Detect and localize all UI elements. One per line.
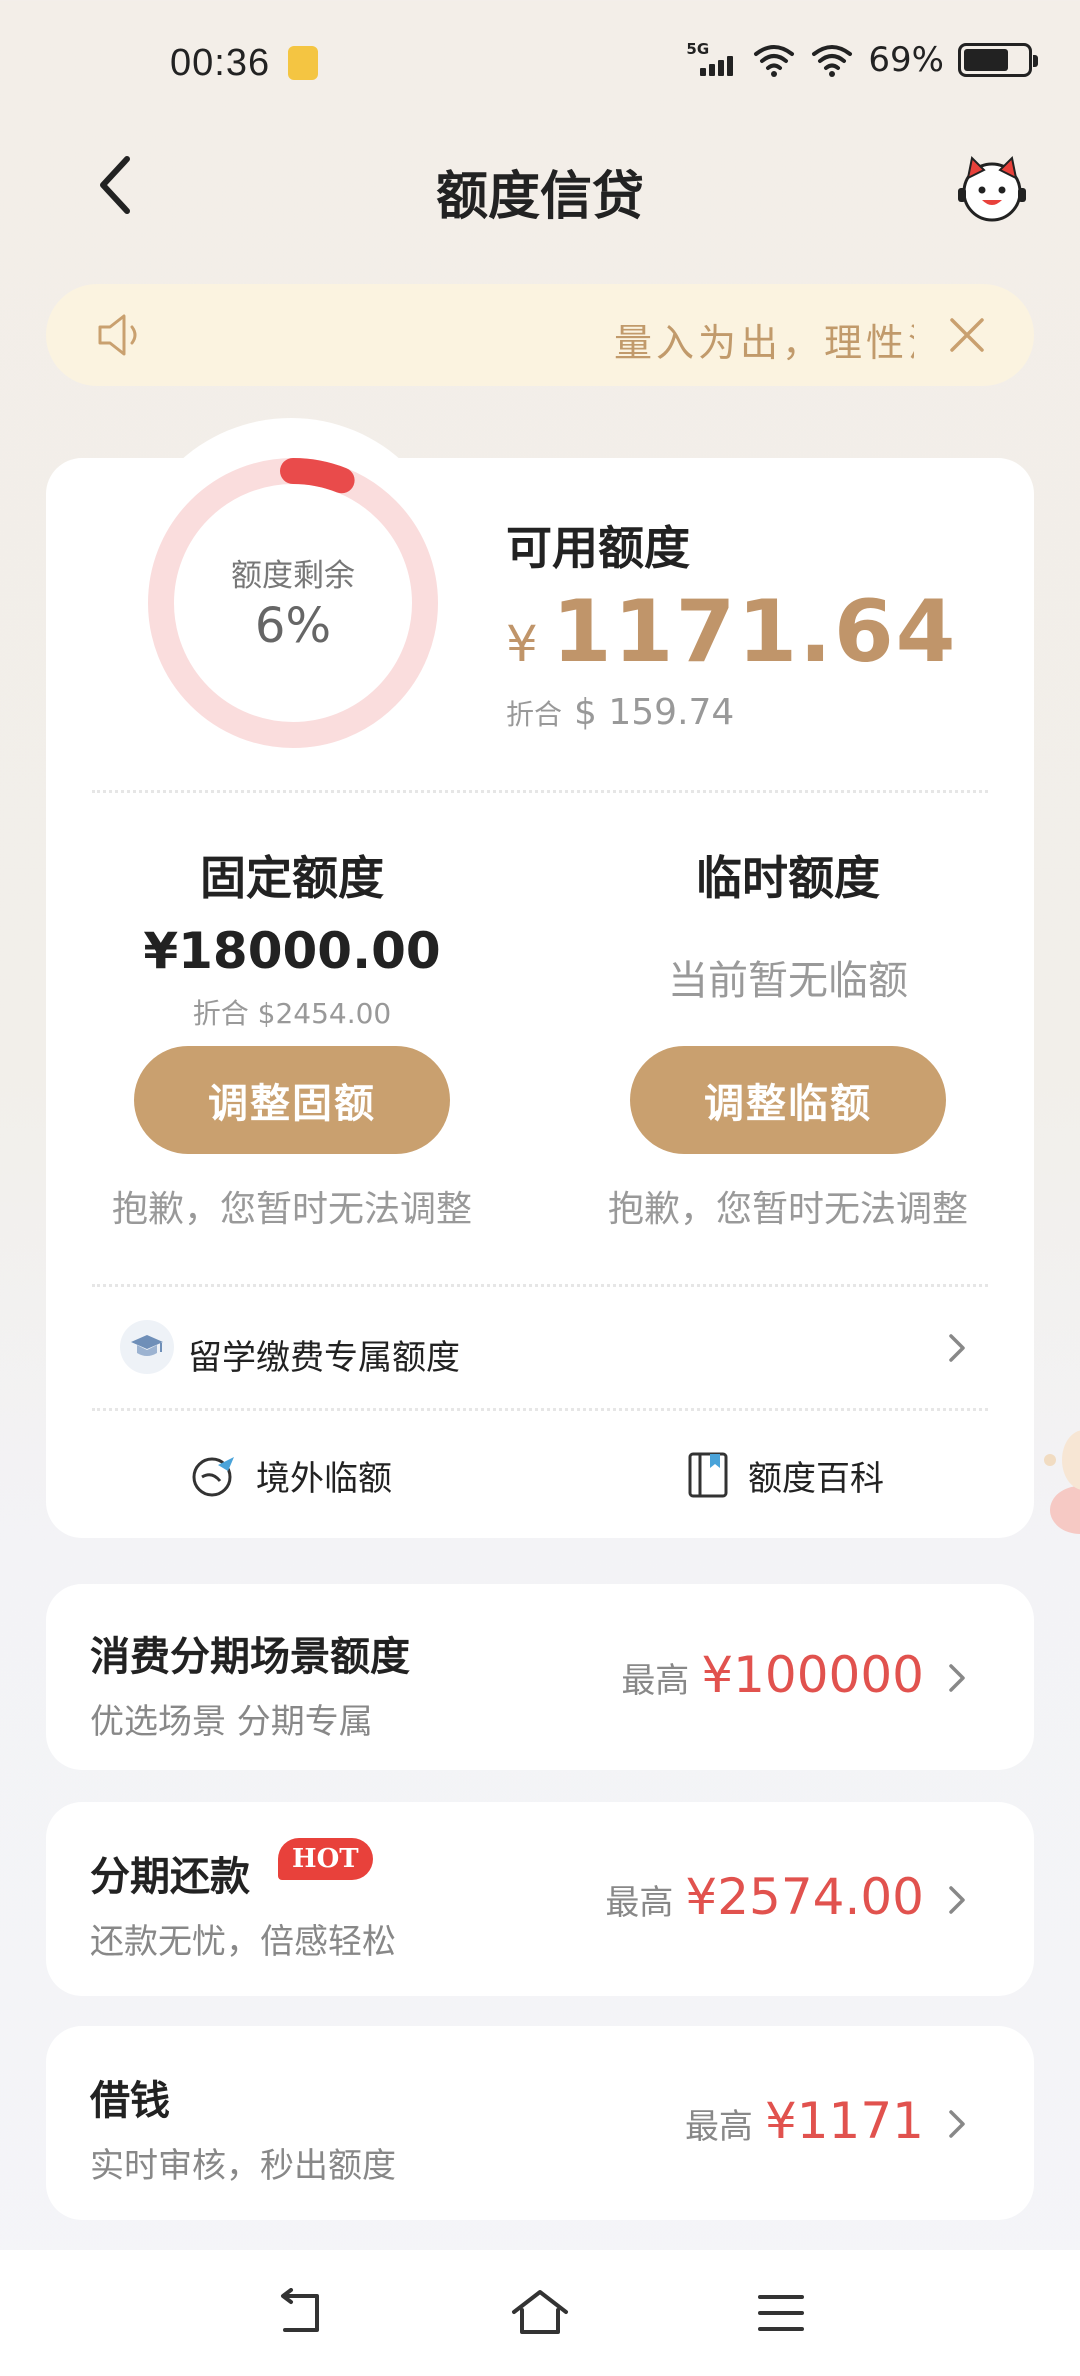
available-converted: 折合 $ 159.74 bbox=[506, 692, 734, 733]
signal-icon: 5G bbox=[686, 40, 738, 80]
ring-value: 6% bbox=[254, 598, 332, 654]
fixed-quota-converted: 折合 $2454.00 bbox=[192, 997, 392, 1030]
temp-quota-status: 当前暂无临额 bbox=[668, 958, 908, 1004]
nav-back-icon bbox=[281, 2288, 319, 2332]
notice-text: 量入为出，理性消费 bbox=[614, 321, 914, 365]
chevron-right-icon bbox=[949, 1664, 965, 1692]
quota-wiki-link[interactable]: 额度百科 bbox=[686, 1440, 884, 1510]
list-item-max: 最高 ¥100000 bbox=[621, 1646, 924, 1704]
list-item-title: 消费分期场景额度 bbox=[90, 1634, 410, 1680]
nav-home-button[interactable] bbox=[505, 2280, 575, 2346]
system-nav-bar bbox=[0, 2250, 1080, 2376]
max-label: 最高 bbox=[621, 1661, 690, 1701]
chevron-right-icon bbox=[949, 1886, 965, 1914]
max-label: 最高 bbox=[605, 1883, 674, 1923]
fixed-quota-title: 固定额度 bbox=[200, 851, 384, 905]
battery-percent: 69% bbox=[868, 40, 944, 80]
nav-menu-icon bbox=[758, 2295, 804, 2331]
study-abroad-row[interactable]: 留学缴费专属额度 bbox=[46, 1300, 1034, 1400]
available-title: 可用额度 bbox=[506, 521, 690, 575]
chevron-right-icon bbox=[949, 2110, 965, 2138]
list-item-max: 最高 ¥1171 bbox=[685, 2092, 924, 2150]
divider bbox=[92, 1284, 988, 1287]
close-icon[interactable] bbox=[942, 310, 992, 360]
ring-label: 额度剩余 bbox=[231, 558, 355, 594]
quota-wiki-label: 额度百科 bbox=[748, 1458, 884, 1499]
list-item-subtitle: 实时审核，秒出额度 bbox=[90, 2146, 396, 2186]
header: 额度信贷 bbox=[0, 130, 1080, 240]
nav-home-icon bbox=[512, 2290, 568, 2334]
graduation-cap-icon bbox=[120, 1320, 174, 1374]
wifi-icon bbox=[754, 45, 795, 77]
battery-icon bbox=[958, 43, 1038, 77]
list-item-subtitle: 还款无忧，倍感轻松 bbox=[90, 1922, 396, 1962]
converted-label: 折合 bbox=[506, 698, 563, 731]
max-value: ¥100000 bbox=[701, 1646, 924, 1704]
customer-service-icon[interactable] bbox=[952, 148, 1032, 228]
notice-bar: 量入为出，理性消费 bbox=[46, 284, 1034, 386]
overseas-temp-link[interactable]: 境外临额 bbox=[190, 1440, 392, 1510]
adjust-fixed-button[interactable]: 调整固额 bbox=[134, 1046, 450, 1154]
hot-badge: HOT bbox=[278, 1838, 373, 1880]
status-bar: 00:36 5G 69% bbox=[0, 0, 1080, 130]
page-title: 额度信贷 bbox=[435, 167, 644, 227]
globe-plane-icon bbox=[192, 1457, 234, 1497]
study-abroad-label: 留学缴费专属额度 bbox=[188, 1338, 460, 1378]
list-item-title: 借钱 bbox=[90, 2078, 170, 2124]
speaker-icon bbox=[98, 314, 137, 356]
adjust-temp-button[interactable]: 调整临额 bbox=[630, 1046, 946, 1154]
fixed-quota-section: 固定额度 ¥18000.00 折合 $2454.00 bbox=[82, 842, 502, 1032]
list-item-max: 最高 ¥2574.00 bbox=[605, 1868, 924, 1926]
list-item-title: 分期还款 bbox=[90, 1854, 250, 1900]
max-label: 最高 bbox=[684, 2107, 753, 2147]
status-indicators: 5G 69% bbox=[686, 40, 1038, 80]
chevron-right-icon bbox=[949, 1334, 965, 1362]
temp-quota-section: 临时额度 当前暂无临额 bbox=[578, 842, 998, 1006]
status-time: 00:36 bbox=[170, 42, 271, 84]
max-value: ¥1171 bbox=[764, 2092, 924, 2150]
temp-note: 抱歉，您暂时无法调整 bbox=[607, 1189, 968, 1230]
list-item-consumer-installment[interactable]: 消费分期场景额度 优选场景 分期专属 最高 ¥100000 bbox=[46, 1584, 1034, 1770]
converted-value: $ 159.74 bbox=[574, 692, 735, 733]
fixed-quota-amount: ¥18000.00 bbox=[143, 922, 441, 980]
nav-back-button[interactable] bbox=[264, 2280, 334, 2346]
overseas-temp-label: 境外临额 bbox=[256, 1458, 392, 1499]
currency-symbol: ¥ bbox=[506, 615, 538, 673]
notification-app-icon bbox=[288, 46, 318, 80]
max-value: ¥2574.00 bbox=[685, 1868, 924, 1926]
wifi-icon-2 bbox=[812, 45, 853, 77]
divider bbox=[92, 1408, 988, 1411]
list-item-subtitle: 优选场景 分期专属 bbox=[90, 1702, 373, 1742]
available-value: 1171.64 bbox=[551, 582, 958, 682]
list-item-borrow[interactable]: 借钱 实时审核，秒出额度 最高 ¥1171 bbox=[46, 2026, 1034, 2220]
nav-menu-button[interactable] bbox=[746, 2280, 816, 2346]
floating-mascot-icon[interactable] bbox=[1040, 1400, 1080, 1550]
divider bbox=[92, 790, 988, 793]
book-icon bbox=[688, 1452, 728, 1498]
temp-quota-title: 临时额度 bbox=[696, 851, 880, 905]
list-item-installment-repay[interactable]: 分期还款 HOT 还款无忧，倍感轻松 最高 ¥2574.00 bbox=[46, 1802, 1034, 1996]
quota-ring: 额度剩余 6% bbox=[148, 458, 438, 748]
available-amount: ¥ 1171.64 bbox=[506, 582, 958, 682]
fixed-note: 抱歉，您暂时无法调整 bbox=[111, 1189, 472, 1230]
